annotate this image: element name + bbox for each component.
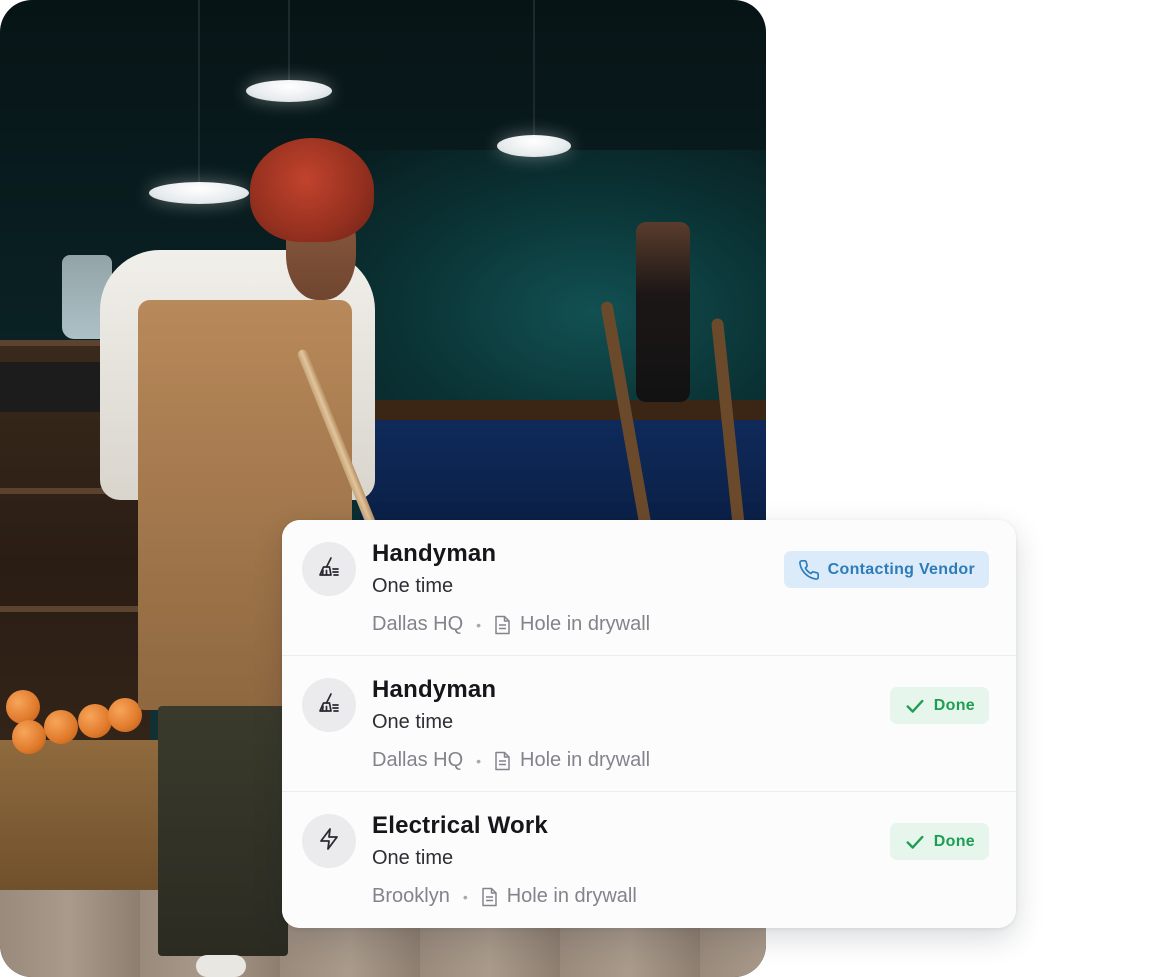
work-order-row[interactable]: Handyman One time Dallas HQ • Hole in dr… (282, 520, 1016, 656)
orange (108, 698, 142, 732)
work-order-note: Hole in drywall (520, 613, 651, 635)
check-icon (904, 831, 926, 853)
work-order-meta: Brooklyn • Hole in drywall (372, 885, 637, 908)
work-order-location: Brooklyn (372, 885, 450, 907)
back-counter-top (360, 400, 766, 422)
status-label: Done (933, 696, 975, 714)
work-order-location: Dallas HQ (372, 749, 464, 771)
work-order-note: Hole in drywall (520, 749, 651, 771)
status-badge: Done (889, 823, 989, 860)
broom-icon (317, 691, 341, 720)
broom-icon (317, 555, 341, 584)
work-order-frequency: One time (372, 575, 454, 597)
status-badge: Contacting Vendor (783, 551, 989, 588)
work-order-row[interactable]: Electrical Work One time Brooklyn • Hole… (282, 792, 1016, 928)
document-icon (481, 887, 498, 907)
lamp-cord (533, 0, 535, 136)
work-order-title: Electrical Work (372, 812, 548, 839)
person-shoe (196, 955, 246, 977)
separator-dot: • (462, 888, 468, 905)
person-hair (250, 138, 374, 242)
pendant-lamp (149, 182, 249, 204)
document-icon (494, 615, 511, 635)
status-label: Done (933, 832, 975, 850)
work-order-title: Handyman (372, 540, 497, 567)
pendant-lamp (497, 135, 571, 157)
back-counter (360, 420, 766, 530)
work-order-avatar (302, 814, 356, 868)
orange (78, 704, 112, 738)
orange (12, 720, 46, 754)
work-order-avatar (302, 678, 356, 732)
work-order-meta: Dallas HQ • Hole in drywall (372, 613, 650, 636)
document-icon (494, 751, 511, 771)
shelf-board (0, 606, 150, 612)
pendant-lamp (246, 80, 332, 102)
status-badge: Done (889, 687, 989, 724)
work-order-frequency: One time (372, 847, 454, 869)
orange (6, 690, 40, 724)
separator-dot: • (476, 752, 482, 769)
check-icon (904, 695, 926, 717)
display-case (0, 740, 160, 900)
phone-icon (798, 559, 820, 581)
hero-section: Handyman One time Dallas HQ • Hole in dr… (0, 0, 1176, 977)
separator-dot: • (476, 616, 482, 633)
lightning-icon (317, 827, 341, 856)
work-order-frequency: One time (372, 711, 454, 733)
lamp-cord (198, 0, 200, 184)
orange (44, 710, 78, 744)
chalkboard-sign (0, 362, 110, 412)
work-order-title: Handyman (372, 676, 497, 703)
coffee-grinder (636, 222, 690, 402)
work-order-row[interactable]: Handyman One time Dallas HQ • Hole in dr… (282, 656, 1016, 792)
status-label: Contacting Vendor (827, 560, 975, 578)
work-order-location: Dallas HQ (372, 613, 464, 635)
wall-background (330, 150, 766, 420)
person-trousers (158, 706, 288, 956)
work-order-avatar (302, 542, 356, 596)
work-order-meta: Dallas HQ • Hole in drywall (372, 749, 650, 772)
work-orders-card: Handyman One time Dallas HQ • Hole in dr… (282, 520, 1016, 928)
work-order-note: Hole in drywall (506, 885, 637, 907)
lamp-cord (288, 0, 290, 82)
